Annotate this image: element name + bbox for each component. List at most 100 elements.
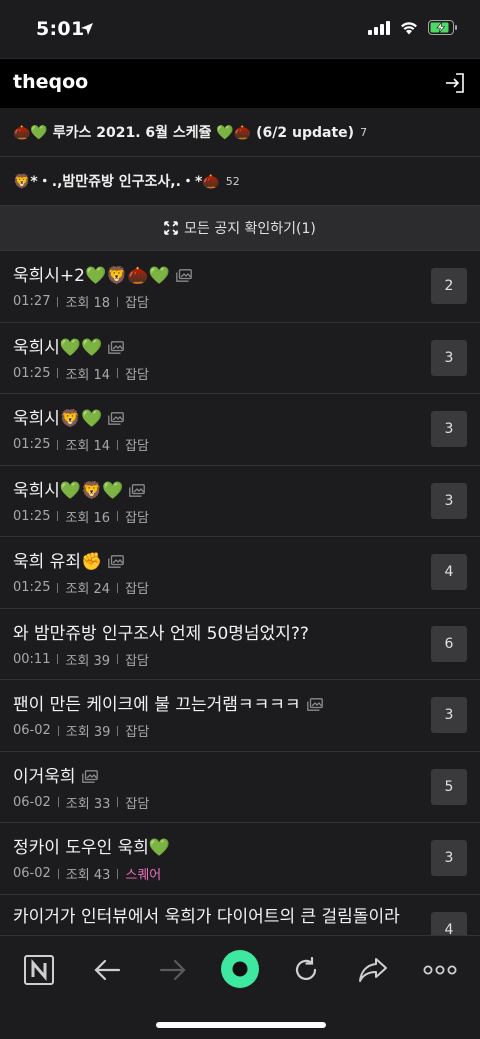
n-logo-button[interactable] (21, 952, 57, 988)
post-category[interactable]: 잡담 (125, 507, 149, 526)
meta-divider (117, 797, 119, 807)
post-meta: 06-02 조회 39 잡담 (13, 721, 149, 740)
more-button[interactable] (422, 952, 458, 988)
home-dot-icon (221, 950, 259, 988)
comment-count-badge[interactable]: 3 (431, 840, 467, 876)
post-row[interactable]: 팬이 만든 케이크에 불 끄는거램ㅋㅋㅋㅋ 06-02 조회 39 잡담 3 (0, 680, 480, 752)
comment-count-badge[interactable]: 2 (431, 268, 467, 304)
image-attachment-icon (108, 410, 125, 425)
notice-title: 🦁*・.,밤만쥬방 인구조사,.・*🌰 (13, 174, 220, 190)
comment-count-badge[interactable]: 3 (431, 482, 467, 519)
forward-button[interactable] (155, 952, 191, 988)
post-title: 팬이 만든 케이크에 불 끄는거램ㅋㅋㅋㅋ (13, 695, 301, 715)
post-title-wrap: 와 밤만쥬방 인구조사 언제 50명넘었지?? (13, 619, 420, 644)
notice-comment-count: 7 (360, 125, 368, 139)
post-row[interactable]: 욱희시+2💚🦁🌰💚 01:27 조회 18 잡담 2 (0, 251, 480, 323)
post-views: 조회 14 (65, 439, 111, 454)
post-meta: 06-02 조회 33 잡담 (13, 793, 149, 812)
signal-icon (368, 20, 390, 35)
post-time: 06-02 (13, 794, 51, 810)
status-bar: 5:01 (0, 0, 480, 58)
refresh-button[interactable] (288, 952, 324, 988)
post-time: 06-02 (13, 723, 51, 738)
post-category[interactable]: 잡담 (125, 292, 149, 311)
comment-count-badge[interactable]: 4 (431, 911, 467, 936)
comment-count-badge[interactable]: 3 (431, 697, 467, 733)
comment-count-badge[interactable]: 3 (431, 411, 467, 447)
nav-bar: theqoo (0, 58, 480, 108)
post-category[interactable]: 잡담 (125, 721, 149, 740)
post-title-wrap: 팬이 만든 케이크에 불 끄는거램ㅋㅋㅋㅋ (13, 690, 420, 715)
site-title[interactable]: theqoo (13, 71, 88, 93)
image-attachment-icon (108, 339, 125, 354)
post-category[interactable]: 잡담 (125, 793, 149, 812)
post-views: 조회 16 (65, 510, 111, 526)
comment-count-badge[interactable]: 3 (431, 339, 467, 376)
meta-divider (57, 654, 59, 664)
image-attachment-icon (306, 696, 323, 711)
meta-divider (57, 439, 59, 450)
home-button[interactable] (220, 949, 260, 989)
meta-divider (117, 725, 119, 736)
post-time: 01:25 (13, 508, 51, 524)
post-title: 욱희 유죄✊ (13, 552, 103, 572)
refresh-icon (295, 956, 317, 981)
post-row[interactable]: 와 밤만쥬방 인구조사 언제 50명넘었지?? 00:11 조회 39 잡담 6 (0, 609, 480, 680)
login-icon[interactable] (443, 71, 467, 95)
post-title-wrap: 욱희시💚💚 (13, 333, 420, 358)
post-category[interactable]: 잡담 (125, 364, 149, 383)
post-row[interactable]: 욱희 유죄✊ 01:25 조회 24 잡담 4 (0, 537, 480, 609)
image-attachment-icon (129, 482, 146, 497)
post-time: 01:27 (13, 294, 51, 309)
comment-count-badge[interactable]: 4 (431, 554, 467, 590)
post-time: 00:11 (13, 651, 51, 667)
meta-divider (57, 725, 59, 736)
post-meta: 01:25 조회 14 잡담 (13, 435, 149, 454)
post-row[interactable]: 욱희시💚🦁💚 01:25 조회 16 잡담 3 (0, 466, 480, 537)
post-title: 와 밤만쥬방 인구조사 언제 50명넘었지?? (13, 623, 309, 644)
post-time: 01:25 (13, 365, 51, 381)
meta-divider (57, 868, 59, 879)
share-icon (359, 958, 387, 982)
meta-divider (117, 582, 119, 593)
status-time: 5:01 (36, 18, 85, 40)
post-meta: 01:25 조회 24 잡담 (13, 578, 149, 597)
back-button[interactable] (89, 952, 125, 988)
post-row[interactable]: 정카이 도우인 욱희💚 06-02 조회 43 스퀘어 3 (0, 823, 480, 895)
wifi-icon (401, 21, 417, 34)
image-attachment-icon (108, 553, 124, 568)
post-row[interactable]: 이거욱희 06-02 조회 33 잡담 5 (0, 752, 480, 823)
notice-title: 🌰💚 루카스 2021. 6월 스케쥴 💚🌰 (6/2 update) (13, 125, 355, 141)
expand-arrows-icon (164, 221, 178, 235)
post-time: 01:25 (13, 580, 51, 595)
post-views: 조회 18 (65, 296, 111, 311)
more-icon (423, 965, 457, 975)
meta-divider (57, 296, 59, 307)
post-meta: 01:25 조회 16 잡담 (13, 507, 149, 526)
meta-divider (117, 368, 119, 378)
meta-divider (57, 582, 59, 593)
post-title: 이거욱희 (13, 766, 76, 787)
notice-item[interactable]: 🌰💚 루카스 2021. 6월 스케쥴 💚🌰 (6/2 update) 7 (0, 108, 480, 157)
notice-item[interactable]: 🦁*・.,밤만쥬방 인구조사,.・*🌰 52 (0, 157, 480, 206)
n-logo-icon (24, 955, 54, 985)
post-row[interactable]: 욱희시💚💚 01:25 조회 14 잡담 3 (0, 323, 480, 394)
post-row[interactable]: 욱희시🦁💚 01:25 조회 14 잡담 3 (0, 394, 480, 466)
post-views: 조회 24 (65, 582, 111, 597)
post-category[interactable]: 스퀘어 (125, 864, 161, 883)
all-notices-button[interactable]: 모든 공지 확인하기(1) (0, 206, 480, 251)
location-arrow-icon (81, 23, 93, 35)
post-category[interactable]: 잡담 (125, 578, 149, 597)
share-button[interactable] (355, 952, 391, 988)
post-category[interactable]: 잡담 (125, 435, 149, 454)
post-row[interactable]: 카이거가 인터뷰에서 욱희가 다이어트의 큰 걸림돌이라 ㅋ ㅋㅋㅋ 4 (0, 895, 480, 936)
post-time: 01:25 (13, 437, 51, 452)
comment-count-badge[interactable]: 6 (431, 625, 467, 662)
post-list: 욱희시+2💚🦁🌰💚 01:27 조회 18 잡담 2 욱희시💚💚 01:25 조회 14 잡담 3… (0, 251, 480, 936)
meta-divider (117, 511, 119, 521)
post-meta: 01:27 조회 18 잡담 (13, 292, 149, 311)
meta-divider (57, 797, 59, 807)
comment-count-badge[interactable]: 5 (431, 768, 467, 805)
post-title: 정카이 도우인 욱희💚 (13, 838, 171, 858)
post-category[interactable]: 잡담 (125, 650, 149, 669)
